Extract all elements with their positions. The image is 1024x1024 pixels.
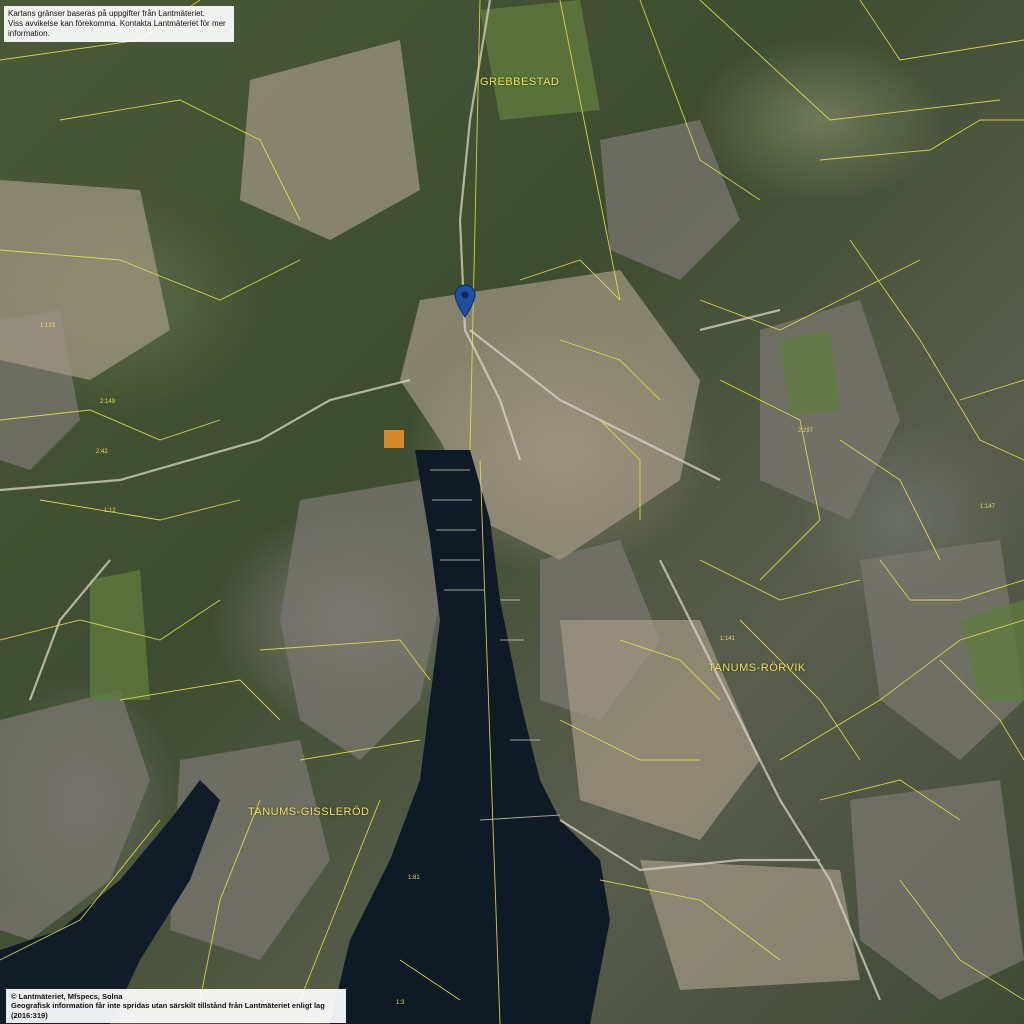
- highlighted-parcel: [384, 430, 404, 448]
- disclaimer-bottom: © Lantmäteriet, Mfspecs, Solna Geografis…: [6, 989, 346, 1024]
- parcel-label: 2:149: [100, 399, 116, 405]
- disclaimer-top: Kartans gränser baseras på uppgifter frå…: [4, 6, 234, 42]
- place-label-tanums-rorvik: TANUMS-RÖRVIK: [708, 662, 806, 674]
- parcel-label: 2:297: [798, 428, 814, 434]
- place-label-grebbestad: GREBBESTAD: [480, 76, 560, 88]
- map-imagery: [0, 0, 1024, 1024]
- parcel-label: 2:42: [96, 449, 108, 455]
- aerial-map[interactable]: Kartans gränser baseras på uppgifter frå…: [0, 0, 1024, 1024]
- disclaimer-top-line-2: Viss avvikelse kan förekomma. Kontakta L…: [8, 19, 226, 38]
- license-line: Geografisk information får inte spridas …: [11, 1001, 325, 1020]
- parcel-label: 1:141: [720, 636, 736, 642]
- parcel-label: 1:147: [980, 504, 996, 510]
- parcel-label: 1:81: [408, 875, 420, 881]
- parcel-label: 1:123: [40, 323, 56, 329]
- parcel-label: 1:3: [396, 1000, 405, 1006]
- disclaimer-top-line-1: Kartans gränser baseras på uppgifter frå…: [8, 9, 205, 18]
- copyright-line: © Lantmäteriet, Mfspecs, Solna: [11, 992, 123, 1001]
- parcel-label: 1:12: [104, 508, 116, 514]
- place-label-tanums-gisslerod: TANUMS-GISSLERÖD: [248, 806, 370, 818]
- location-pin-icon[interactable]: [454, 284, 476, 318]
